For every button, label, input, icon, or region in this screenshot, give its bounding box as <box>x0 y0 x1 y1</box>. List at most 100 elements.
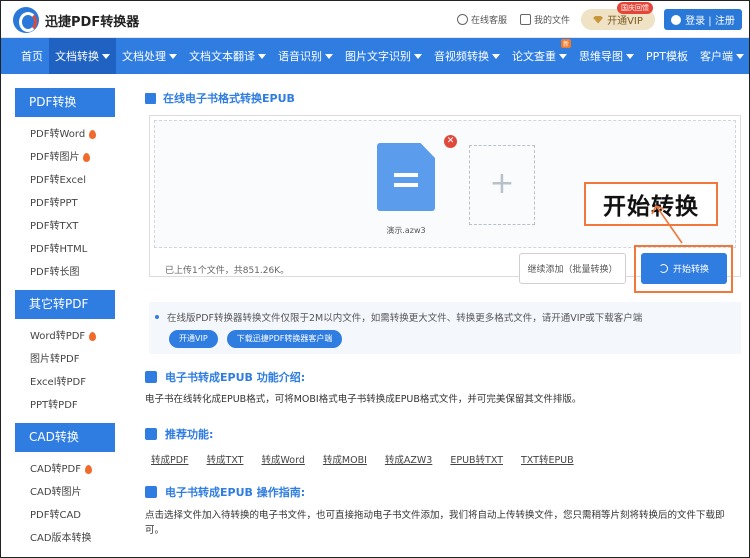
logo-text: 迅捷PDF转换器 <box>45 14 140 30</box>
info-icon <box>145 371 157 383</box>
nav-ocr[interactable]: 图片文字识别 <box>339 38 428 74</box>
login-register-button[interactable]: 登录 | 注册 <box>664 9 742 30</box>
intro-title: 电子书转成EPUB 功能介绍: <box>165 371 306 384</box>
chevron-down-icon <box>492 53 500 59</box>
sidebar-item-pdf-to-txt[interactable]: PDF转TXT <box>15 215 115 238</box>
sidebar-item-label: PDF转TXT <box>30 221 79 232</box>
nav-label: 客户端 <box>700 50 733 63</box>
upload-panel: ✕ 演示.azw3 + 已上传1个文件，共851.26K。 继续添加（批量转换）… <box>149 115 741 293</box>
login-label: 登录 | 注册 <box>685 16 735 27</box>
fire-icon <box>89 130 97 139</box>
fire-icon <box>83 153 91 162</box>
sidebar-group-title[interactable]: CAD转换 <box>15 423 115 452</box>
sidebar-item-pdf-to-cad[interactable]: PDF转CAD <box>15 504 115 527</box>
annotation-callout: 开始转换 <box>584 182 718 226</box>
sidebar-item-label: CAD版本转换 <box>30 533 92 544</box>
nav-doc-process[interactable]: 文档处理 <box>116 38 183 74</box>
sidebar-item-label: PDF转CAD <box>30 510 82 521</box>
rec-link-to-azw3[interactable]: 转成AZW3 <box>385 452 432 466</box>
rec-link-to-txt[interactable]: 转成TXT <box>207 452 244 466</box>
logo[interactable]: 迅捷PDF转换器 <box>13 7 139 33</box>
continue-add-button[interactable]: 继续添加（批量转换） <box>519 253 626 284</box>
nav-label: 思维导图 <box>579 50 623 63</box>
sidebar-item-label: PDF转PPT <box>30 198 78 209</box>
rec-link-to-mobi[interactable]: 转成MOBI <box>323 452 367 466</box>
my-files-link[interactable]: 我的文件 <box>520 13 570 26</box>
notice-text-row: 在线版PDF转换器转换文件仅限于2M以内文件，如需转换更大文件、转换更多格式文件… <box>155 310 741 324</box>
sidebar-item-label: PDF转Word <box>30 129 86 140</box>
sidebar-item-label: PDF转HTML <box>30 244 88 255</box>
sidebar-item-label: PDF转长图 <box>30 267 80 278</box>
nav-doc-translate[interactable]: 文档文本翻译 <box>183 38 272 74</box>
sidebar-group-title[interactable]: PDF转换 <box>15 88 115 117</box>
nav-mindmap[interactable]: 思维导图 <box>573 38 640 74</box>
sidebar-item-ppt-to-pdf[interactable]: PPT转PDF <box>15 394 115 417</box>
nav-home[interactable]: 首页 <box>15 38 49 74</box>
sidebar-item-word-to-pdf[interactable]: Word转PDF <box>15 325 115 348</box>
chevron-down-icon <box>626 53 634 59</box>
rec-link-to-pdf[interactable]: 转成PDF <box>151 452 189 466</box>
file-name: 演示.azw3 <box>386 226 426 235</box>
headset-icon <box>457 14 468 25</box>
logo-icon <box>13 7 39 33</box>
rec-link-epub-to-txt[interactable]: EPUB转TXT <box>450 452 503 466</box>
nav-label: 首页 <box>21 50 43 63</box>
online-service-label: 在线客服 <box>471 16 508 26</box>
sidebar-item-image-to-pdf[interactable]: 图片转PDF <box>15 348 115 371</box>
chevron-down-icon <box>258 53 266 59</box>
diamond-icon <box>593 15 604 24</box>
nav-label: 音视频转换 <box>434 50 489 63</box>
intro-text: 电子书在线转化成EPUB格式，可将MOBI格式电子书转换成EPUB格式文件，并可… <box>145 394 582 405</box>
online-service-link[interactable]: 在线客服 <box>457 13 507 26</box>
nav-label: 文档文本翻译 <box>189 50 255 63</box>
file-icon <box>520 14 531 25</box>
download-client-button[interactable]: 下载迅捷PDF转换器客户端 <box>226 330 343 348</box>
sidebar-item-label: Excel转PDF <box>30 377 86 388</box>
sidebar-item-cad-to-image[interactable]: CAD转图片 <box>15 481 115 504</box>
upload-status: 已上传1个文件，共851.26K。 <box>165 266 290 276</box>
sidebar-item-pdf-to-html[interactable]: PDF转HTML <box>15 238 115 261</box>
chevron-down-icon <box>414 53 422 59</box>
notice-box: 在线版PDF转换器转换文件仅限于2M以内文件，如需转换更大文件、转换更多格式文件… <box>149 302 741 354</box>
fire-icon <box>89 332 97 341</box>
sidebar-group-title[interactable]: 其它转PDF <box>15 290 115 319</box>
notice-text: 在线版PDF转换器转换文件仅限于2M以内文件，如需转换更大文件、转换更多格式文件… <box>167 313 643 324</box>
sidebar-item-excel-to-pdf[interactable]: Excel转PDF <box>15 371 115 394</box>
nav-speech[interactable]: 语音识别 <box>272 38 339 74</box>
nav-label: 文档转换 <box>55 50 99 63</box>
rec-link-txt-to-epub[interactable]: TXT转EPUB <box>521 452 574 466</box>
intro-heading: 电子书转成EPUB 功能介绍: <box>145 369 305 385</box>
sidebar-item-pdf-to-image[interactable]: PDF转图片 <box>15 146 115 169</box>
sidebar-item-cad-to-pdf[interactable]: CAD转PDF <box>15 458 115 481</box>
sidebar-item-cad-version[interactable]: CAD版本转换 <box>15 527 115 550</box>
sidebar-item-label: PPT转PDF <box>30 400 78 411</box>
sidebar-item-pdf-to-ppt[interactable]: PDF转PPT <box>15 192 115 215</box>
sidebar-item-label: Word转PDF <box>30 331 86 342</box>
guide-icon <box>145 486 157 498</box>
nav-plagiarism[interactable]: 论文查重新 <box>506 38 573 74</box>
nav-label: 图片文字识别 <box>345 50 411 63</box>
rec-link-to-word[interactable]: 转成Word <box>261 452 304 466</box>
highlight-box <box>634 245 733 293</box>
vip-promo-badge: 国庆回馈 <box>617 2 653 14</box>
nav-ppt-template[interactable]: PPT模板 <box>640 38 694 74</box>
remove-file-button[interactable]: ✕ <box>444 135 457 148</box>
notice-vip-button[interactable]: 开通VIP <box>169 330 218 348</box>
recommend-title: 推荐功能: <box>165 428 214 441</box>
chevron-down-icon <box>325 53 333 59</box>
nav-label: 论文查重 <box>512 50 556 63</box>
nav-client[interactable]: 客户端 <box>694 38 749 74</box>
document-file-icon <box>377 143 435 211</box>
page-frame: 迅捷PDF转换器 在线客服 我的文件 开通VIP 国庆回馈 登录 | 注册 首页… <box>0 0 750 558</box>
sidebar-item-pdf-to-word[interactable]: PDF转Word <box>15 123 115 146</box>
sidebar-item-pdf-to-longimage[interactable]: PDF转长图 <box>15 261 115 284</box>
chevron-down-icon <box>102 53 110 59</box>
vip-label: 开通VIP <box>607 16 643 27</box>
page-title-row: 在线电子书格式转换EPUB <box>145 88 741 108</box>
add-file-button[interactable]: + <box>469 145 535 225</box>
nav-av-convert[interactable]: 音视频转换 <box>428 38 506 74</box>
sidebar: PDF转换 PDF转Word PDF转图片 PDF转Excel PDF转PPT … <box>15 88 115 550</box>
nav-doc-convert[interactable]: 文档转换 <box>49 38 116 74</box>
sidebar-item-label: 图片转PDF <box>30 354 80 365</box>
sidebar-item-pdf-to-excel[interactable]: PDF转Excel <box>15 169 115 192</box>
